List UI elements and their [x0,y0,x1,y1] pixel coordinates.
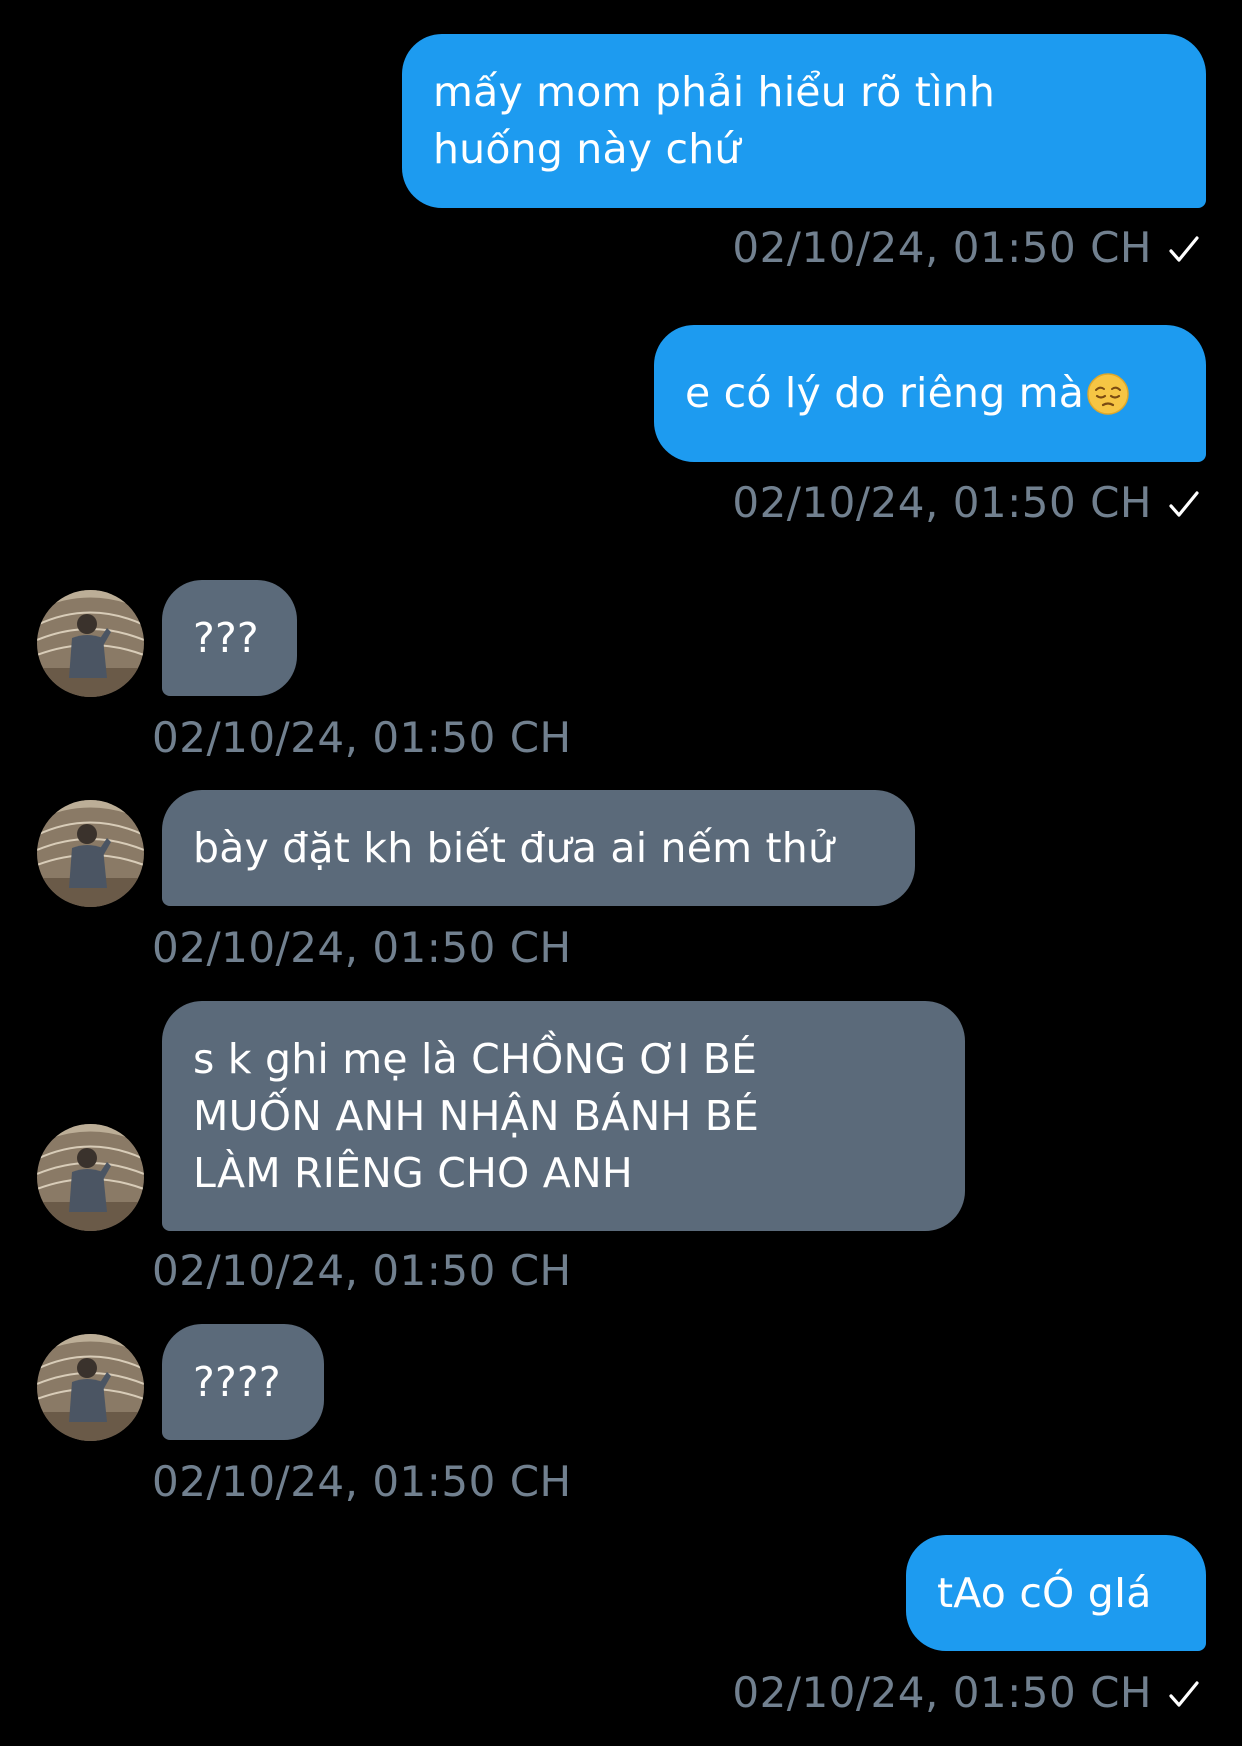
received-message-bubble[interactable]: bày đặt kh biết đưa ai nếm thử [162,790,915,906]
message-timestamp: 02/10/24, 01:50 CH [732,478,1152,527]
read-check-icon [1169,236,1199,262]
sent-message-bubble[interactable]: e có lý do riêng mà [654,325,1206,462]
message-timestamp: 02/10/24, 01:50 CH [732,223,1152,272]
sent-message-bubble[interactable]: mấy mom phải hiểu rõ tình huống này chứ [402,34,1206,208]
received-message-bubble[interactable]: ???? [162,1324,324,1440]
message-text: mấy mom phải hiểu rõ tình huống này chứ [433,68,996,173]
contact-avatar[interactable] [37,1334,144,1441]
message-text: bày đặt kh biết đưa ai nếm thử [193,823,835,872]
avatar-photo [37,800,144,907]
message-timestamp: 02/10/24, 01:50 CH [152,1246,572,1295]
received-message-bubble[interactable]: s k ghi mẹ là CHỒNG ƠI BÉ MUỐN ANH NHẬN … [162,1001,965,1231]
received-message-bubble[interactable]: ??? [162,580,297,696]
read-check-icon [1169,491,1199,517]
message-timestamp: 02/10/24, 01:50 CH [152,713,572,762]
message-text: e có lý do riêng mà [685,369,1085,417]
message-text: tAo cÓ gIá [937,1568,1152,1617]
message-timestamp: 02/10/24, 01:50 CH [732,1668,1152,1717]
pensive-face-icon [1087,372,1129,415]
message-thread: mấy mom phải hiểu rõ tình huống này chứ … [0,0,1242,1746]
read-check-icon [1169,1681,1199,1707]
avatar-photo [37,590,144,697]
message-text: s k ghi mẹ là CHỒNG ƠI BÉ MUỐN ANH NHẬN … [193,1034,760,1197]
message-timestamp: 02/10/24, 01:50 CH [152,1457,572,1506]
sent-message-bubble[interactable]: tAo cÓ gIá [906,1535,1206,1651]
message-timestamp: 02/10/24, 01:50 CH [152,923,572,972]
contact-avatar[interactable] [37,590,144,697]
avatar-photo [37,1334,144,1441]
message-text: ???? [193,1357,281,1406]
avatar-photo [37,1124,144,1231]
contact-avatar[interactable] [37,1124,144,1231]
message-text: ??? [193,613,259,662]
contact-avatar[interactable] [37,800,144,907]
